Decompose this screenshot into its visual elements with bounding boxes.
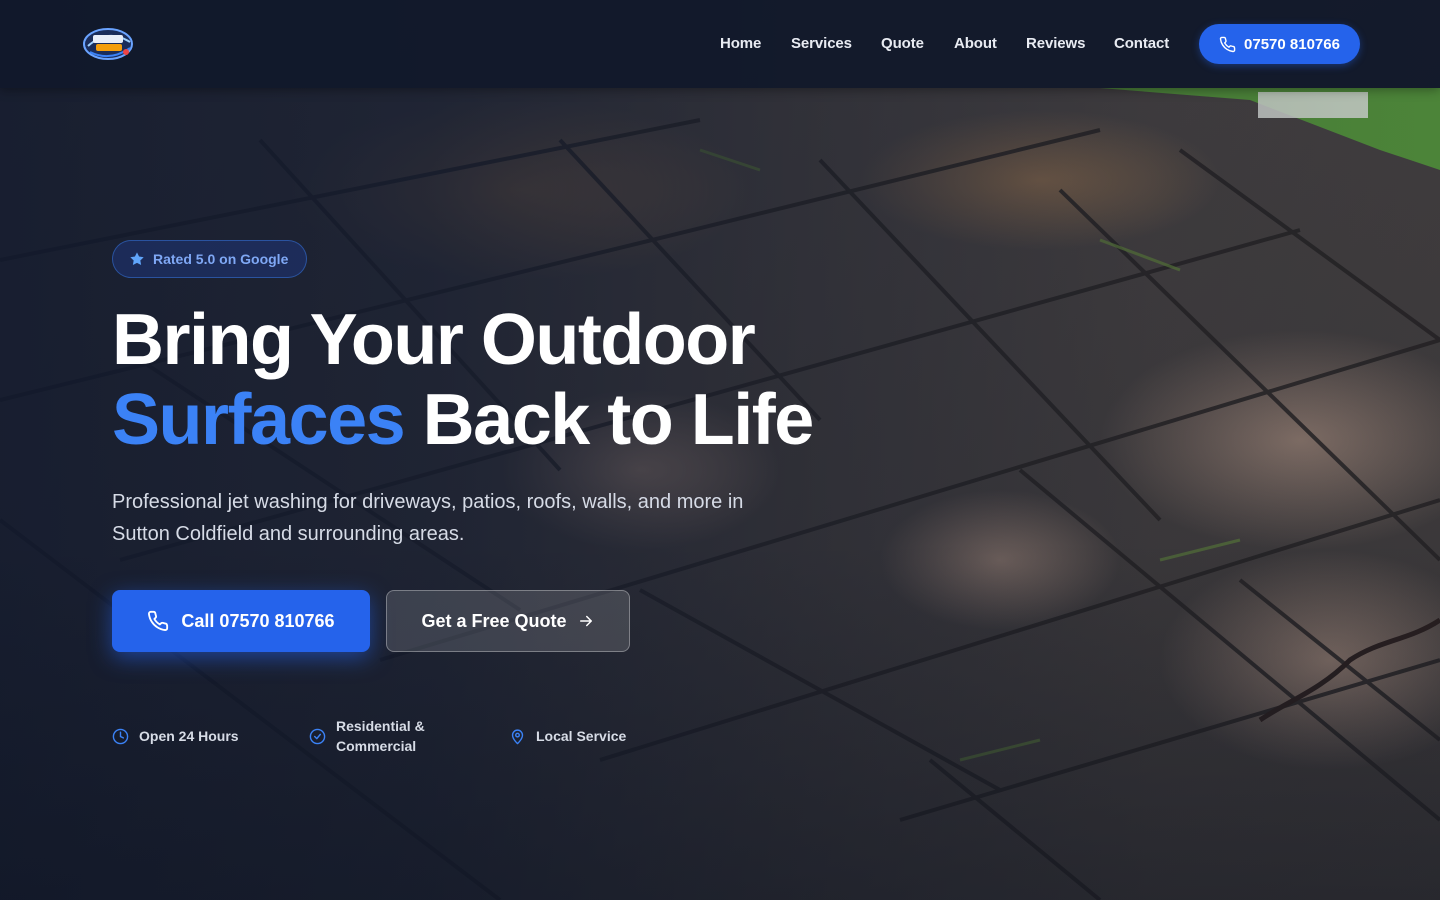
- google-rating-badge: Rated 5.0 on Google: [112, 240, 307, 278]
- map-pin-icon: [511, 728, 524, 744]
- phone-icon: [148, 610, 169, 631]
- headline-rest: Back to Life: [404, 380, 815, 460]
- star-icon: [130, 252, 144, 265]
- call-button-label: Call 07570 810766: [181, 610, 335, 631]
- feature-open-24-hours: Open 24 Hours: [112, 726, 239, 746]
- check-circle-icon: [309, 728, 326, 744]
- clock-icon: [112, 728, 129, 744]
- nav-services[interactable]: Services: [791, 35, 852, 52]
- header-phone-button[interactable]: 07570 810766: [1199, 24, 1360, 64]
- nav-home[interactable]: Home: [720, 35, 761, 52]
- free-quote-button[interactable]: Get a Free Quote: [386, 590, 630, 652]
- nav-quote[interactable]: Quote: [881, 35, 924, 52]
- phone-icon: [1219, 36, 1236, 52]
- headline-line1: Bring Your Outdoor: [112, 300, 756, 380]
- hero-subtext: Professional jet washing for driveways, …: [112, 491, 744, 545]
- arrow-right-icon: [579, 615, 592, 627]
- feature-local-service: Local Service: [509, 726, 626, 746]
- headline-accent: Surfaces: [112, 380, 406, 460]
- site-header: Home Services Quote About Reviews Contac…: [0, 0, 1440, 88]
- badge-label: Rated 5.0 on Google: [153, 251, 289, 267]
- site-logo[interactable]: [80, 22, 136, 66]
- feature-residential-commercial: Residential & Commercial: [309, 716, 439, 756]
- call-button[interactable]: Call 07570 810766: [112, 590, 370, 652]
- nav-about[interactable]: About: [954, 35, 997, 52]
- feature-label: Open 24 Hours: [139, 728, 239, 744]
- free-quote-label: Get a Free Quote: [421, 610, 567, 631]
- header-phone-label: 07570 810766: [1244, 35, 1340, 53]
- feature-label: Local Service: [536, 728, 627, 744]
- feature-label: Residential & Commercial: [336, 718, 425, 754]
- nav-reviews[interactable]: Reviews: [1026, 35, 1085, 52]
- hero-headline: Bring Your Outdoor Surfaces Back to Life: [112, 300, 912, 460]
- nav-contact[interactable]: Contact: [1114, 35, 1169, 52]
